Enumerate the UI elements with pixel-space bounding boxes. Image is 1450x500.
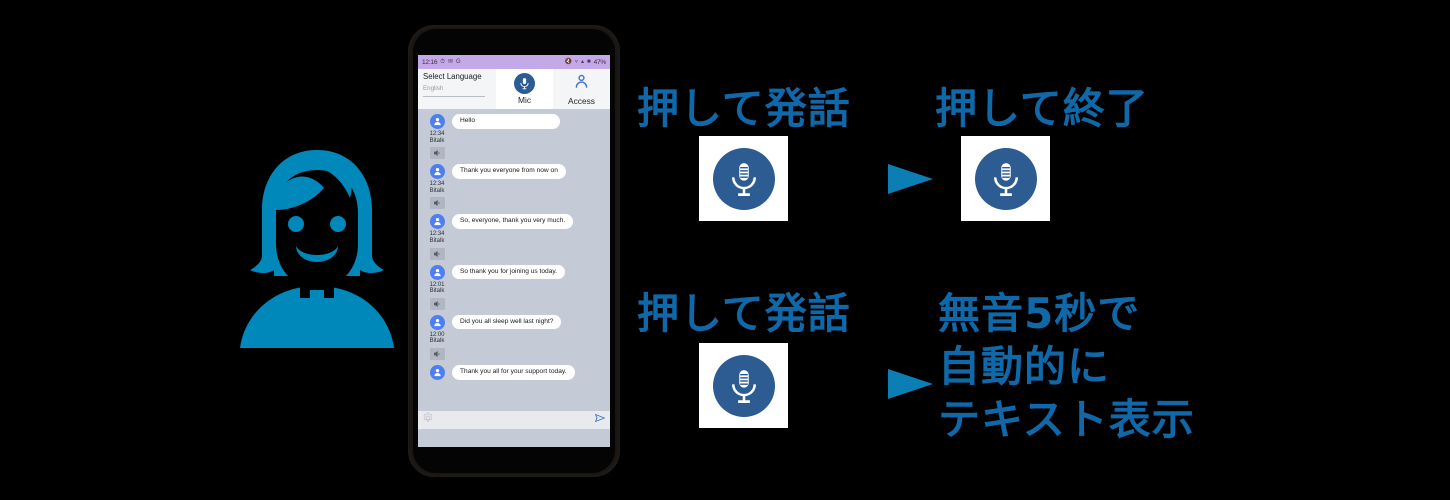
speaker-icon[interactable] [429, 247, 445, 260]
message-bubble: Did you all sleep well last night? [452, 314, 562, 330]
message-time: 12:01 [429, 281, 445, 288]
message-time: 12:34 [429, 231, 445, 238]
message-app: Bitalk [429, 187, 445, 194]
alarm-icon: ⏱ [440, 59, 445, 65]
table-row[interactable]: 12:34 Bitalk Thank you everyone from now… [418, 159, 610, 210]
status-bar-left: 12:16 ⏱ ✉ G [422, 59, 461, 66]
message-app: Bitalk [429, 237, 445, 244]
tab-mic-label: Mic [517, 95, 532, 106]
battery-percent: 47% [593, 58, 607, 66]
message-time: 12:34 [429, 131, 445, 137]
message-input-bar [418, 411, 610, 429]
mic-button-press-to-speak-bottom[interactable] [699, 343, 788, 428]
signal-icon: ▴ [580, 59, 584, 65]
label-press-to-speak-bottom: 押して発話 [637, 289, 851, 338]
screenshot-root: 12:16 ⏱ ✉ G 🔇 ▿ ▴ ■ 47% Select Language … [0, 0, 1450, 500]
speaker-icon[interactable] [429, 197, 445, 210]
phone-screen: 12:16 ⏱ ✉ G 🔇 ▿ ▴ ■ 47% Select Language … [418, 55, 610, 447]
mute-icon: 🔇 [564, 59, 572, 65]
battery-icon: ■ [586, 59, 591, 65]
auto-text-line-2: 自動的に [938, 341, 1111, 391]
message-bubble: Thank you everyone from now on [452, 164, 566, 179]
message-meta: 12:34 Bitalk [424, 114, 450, 160]
tab-access[interactable]: Access [553, 69, 610, 109]
microphone-icon [712, 147, 775, 210]
app-top-bar: Select Language English Mic Access [418, 69, 610, 109]
message-meta [424, 364, 450, 380]
auto-text-line-1: 無音5秒で [938, 289, 1141, 338]
message-bubble: Hello [452, 114, 560, 129]
message-meta: 12:34 Bitalk [424, 164, 450, 210]
table-row[interactable]: Thank you all for your support today. [418, 360, 610, 380]
mic-button-press-to-speak-top[interactable] [699, 136, 788, 221]
message-meta: 12:00 Bitalk [424, 314, 450, 360]
microphone-icon [974, 147, 1037, 210]
chat-message-list[interactable]: 12:34 Bitalk Hello 12:34 Bitalk Thank yo… [418, 109, 610, 429]
message-meta: 12:34 Bitalk [424, 214, 450, 260]
person-avatar-icon [429, 214, 445, 230]
message-app: Bitalk [429, 288, 445, 295]
message-bubble: Thank you all for your support today. [452, 364, 575, 380]
speaker-icon[interactable] [429, 347, 445, 360]
table-row[interactable]: 12:00 Bitalk Did you all sleep well last… [418, 310, 610, 360]
person-icon [573, 73, 590, 95]
person-avatar-icon [429, 264, 445, 280]
message-app: Bitalk [429, 338, 445, 345]
status-bar: 12:16 ⏱ ✉ G 🔇 ▿ ▴ ■ 47% [418, 55, 610, 69]
person-avatar-icon [429, 114, 445, 129]
message-time: 12:34 [429, 181, 445, 188]
message-app: Bitalk [429, 137, 445, 144]
speaker-icon[interactable] [429, 147, 445, 160]
person-avatar-icon [429, 364, 445, 380]
speaker-icon[interactable] [429, 297, 445, 310]
gear-icon[interactable] [422, 411, 434, 429]
table-row[interactable]: 12:34 Bitalk So, everyone, thank you ver… [418, 209, 610, 260]
message-bubble: So, everyone, thank you very much. [452, 214, 574, 229]
send-arrow-icon[interactable] [594, 411, 606, 429]
status-time: 12:16 [422, 58, 438, 66]
message-meta: 12:01 Bitalk [424, 264, 450, 310]
person-avatar-icon [429, 314, 445, 330]
tab-mic[interactable]: Mic [496, 69, 553, 109]
language-label: Select Language [423, 72, 482, 81]
label-press-to-end: 押して終了 [935, 84, 1149, 133]
label-press-to-speak-top: 押して発話 [637, 84, 851, 133]
wifi-icon: ▿ [574, 59, 578, 65]
arrow-right-icon-top [788, 164, 933, 194]
woman-avatar-icon [240, 150, 394, 348]
phone-device: 12:16 ⏱ ✉ G 🔇 ▿ ▴ ■ 47% Select Language … [408, 25, 620, 477]
message-time: 12:00 [429, 331, 445, 338]
google-icon: G [456, 59, 461, 65]
arrow-right-icon-bottom [788, 369, 933, 399]
language-underline [423, 95, 485, 97]
label-auto-text-display: 無音5秒で 自動的に テキスト表示 [938, 288, 1195, 447]
auto-text-line-3: テキスト表示 [938, 394, 1195, 444]
language-selector[interactable]: Select Language English [418, 69, 496, 109]
message-bubble: So thank you for joining us today. [452, 264, 566, 280]
mail-icon: ✉ [447, 59, 453, 65]
microphone-icon [514, 73, 535, 95]
microphone-icon [712, 354, 775, 417]
mic-button-press-to-end[interactable] [961, 136, 1050, 221]
person-avatar-icon [429, 164, 445, 180]
message-text-input[interactable] [438, 414, 590, 426]
status-bar-right: 🔇 ▿ ▴ ■ 47% [564, 59, 606, 66]
language-value: English [423, 84, 444, 92]
table-row[interactable]: 12:34 Bitalk Hello [418, 109, 610, 160]
tab-access-label: Access [568, 95, 595, 106]
table-row[interactable]: 12:01 Bitalk So thank you for joining us… [418, 260, 610, 310]
